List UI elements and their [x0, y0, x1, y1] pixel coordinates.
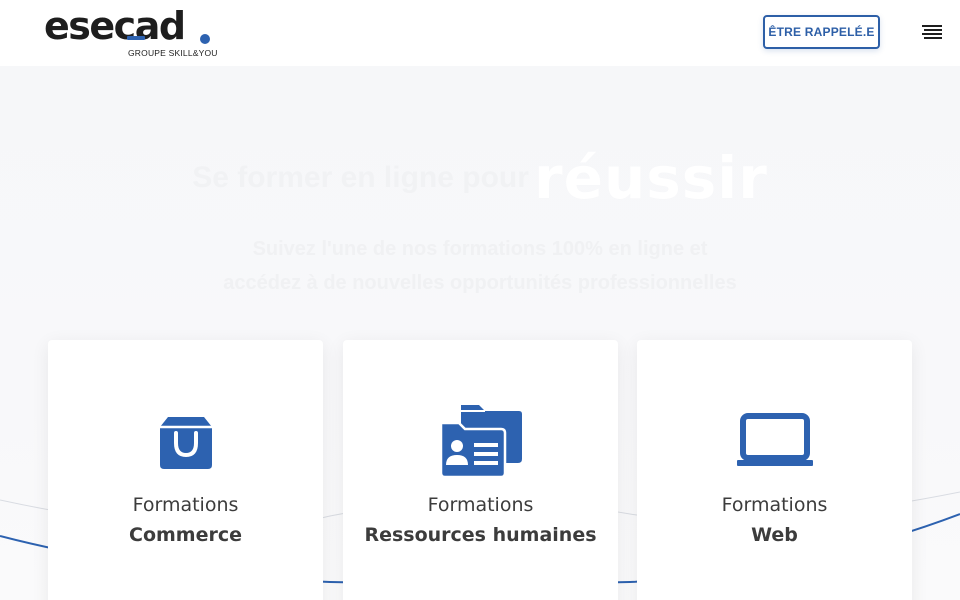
brand-accent-dot [200, 34, 210, 44]
laptop-icon [637, 400, 912, 480]
hero-description-line2: accédez à de nouvelles opportunités prof… [223, 272, 737, 294]
hero-description-line1: Suivez l'une de nos formations 100% en l… [252, 238, 708, 260]
hero-title: Se former en ligne pour réussir [0, 144, 960, 212]
card-label-title: Commerce [129, 524, 242, 546]
callback-button[interactable]: ÊTRE RAPPELÉ.E [763, 15, 880, 49]
brand-logo[interactable]: esecad GROUPE SKILL&YOU [44, 4, 218, 60]
card-commerce[interactable]: Formations Commerce [48, 340, 323, 600]
card-ressources-humaines[interactable]: Formations Ressources humaines [343, 340, 618, 600]
hero-title-keyword: réussir [534, 144, 768, 212]
card-label-title: Ressources humaines [364, 524, 597, 546]
brand-tagline: GROUPE SKILL&YOU [128, 48, 218, 58]
card-label-prefix: Formations [427, 494, 534, 516]
card-label-prefix: Formations [721, 494, 828, 516]
brand-wordmark: esecad [44, 4, 186, 48]
hamburger-menu-icon[interactable] [918, 22, 942, 42]
card-label-prefix: Formations [132, 494, 239, 516]
hero-description: Suivez l'une de nos formations 100% en l… [170, 232, 790, 300]
contact-folders-icon [343, 400, 618, 480]
card-web[interactable]: Formations Web [637, 340, 912, 600]
shopping-bag-icon [48, 400, 323, 480]
hero-title-lead: Se former en ligne pour [192, 161, 529, 194]
card-label-title: Web [751, 524, 798, 546]
site-header: esecad GROUPE SKILL&YOU ÊTRE RAPPELÉ.E [0, 0, 960, 66]
brand-accent-bar [127, 36, 145, 40]
